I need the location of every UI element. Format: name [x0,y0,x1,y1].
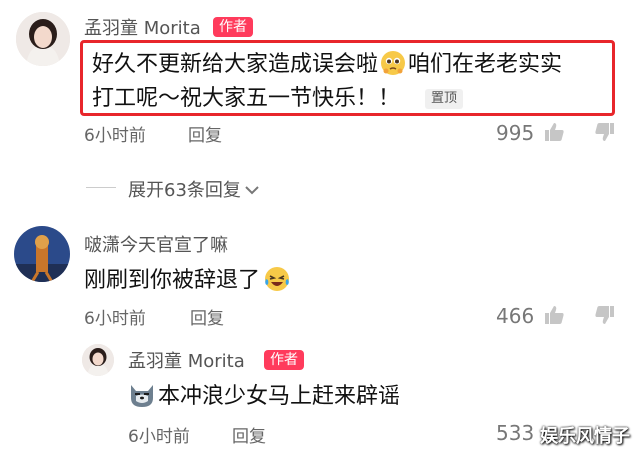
reply-button[interactable]: 回复 [232,422,266,447]
thumbs-up-icon[interactable] [543,121,565,143]
chevron-down-icon [245,185,259,195]
expand-replies-button[interactable]: 展开63条回复 [128,176,259,202]
comment-time: 6小时前 [128,427,190,447]
comment-text-line2: 打工呢～祝大家五一节快乐！！ 置顶 [92,80,464,112]
expand-divider-line [86,187,116,188]
author-avatar[interactable] [16,12,70,66]
thumbs-up-icon[interactable] [543,304,565,326]
watermark: 娱乐风情子 [540,426,630,447]
reply-button[interactable]: 回复 [188,121,222,146]
pleading-face-emoji-icon [380,50,406,76]
like-count: 466 [496,304,535,328]
comment-time: 6小时前 [84,126,146,146]
comment-text-part2: 咱们在老老实实 [408,52,563,77]
like-count: 995 [496,121,535,145]
author-badge: 作者 [213,17,253,37]
author-badge: 作者 [264,350,304,370]
comment-author-name[interactable]: 孟羽童 Morita [84,14,201,40]
expand-replies-label: 展开63条回复 [128,180,241,201]
reply-button[interactable]: 回复 [190,304,224,329]
comment-text-part1: 本冲浪少女马上赶来辟谣 [158,384,401,409]
doge-emoji-icon [128,382,156,408]
comment-text: 本冲浪少女马上赶来辟谣 [128,378,400,410]
thumbs-down-icon[interactable] [594,121,616,143]
pinned-badge: 置顶 [425,89,464,109]
comment-text-line1: 好久不更新给大家造成误会啦 咱们在老老实实 [92,46,562,78]
laughing-tears-emoji-icon [264,266,290,292]
comment-author-name[interactable]: 孟羽童 Morita [128,347,245,373]
like-count: 533 [496,421,535,445]
comment-time: 6小时前 [84,309,146,329]
thumbs-down-icon[interactable] [594,304,616,326]
author-avatar[interactable] [82,344,114,376]
comment-text-part3: 打工呢～祝大家五一节快乐！！ [92,86,401,111]
comment-text-part1: 刚刷到你被辞退了 [84,268,261,293]
comment-text: 刚刷到你被辞退了 [84,262,290,294]
comment-author-name[interactable]: 啵潇今天官宣了嘛 [84,231,228,257]
comment-text-part1: 好久不更新给大家造成误会啦 [92,52,379,77]
user-avatar[interactable] [14,226,70,282]
